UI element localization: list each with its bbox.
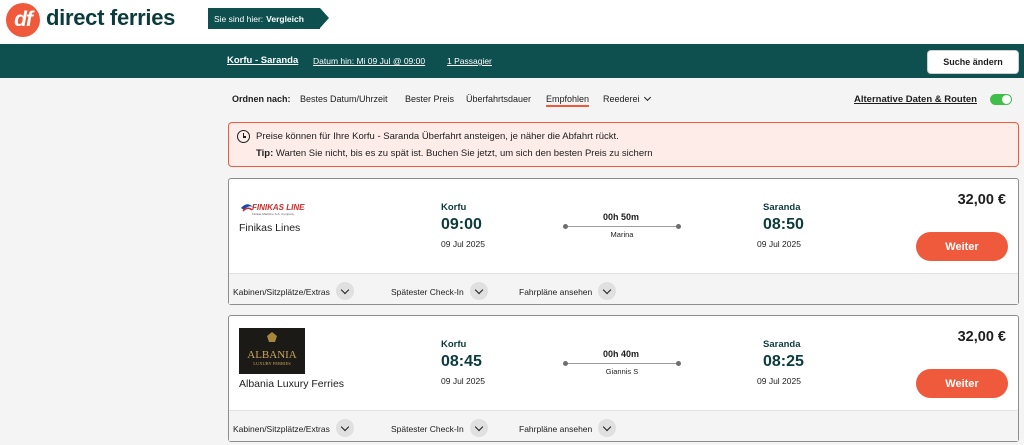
checkin-toggle[interactable]: Spätester Check-In (391, 282, 488, 301)
departure-time: 09:00 (441, 216, 482, 233)
arrival-port: Saranda (763, 202, 801, 213)
departure-date: 09 Jul 2025 (441, 376, 485, 386)
sort-label: Ordnen nach: (232, 94, 291, 104)
departure-port: Korfu (441, 339, 467, 350)
departure-port: Korfu (441, 202, 467, 213)
arrival-port: Saranda (763, 339, 801, 350)
arrival-time: 08:25 (763, 353, 804, 370)
change-search-button[interactable]: Suche ändern (927, 50, 1019, 74)
alert-tip-text: Warten Sie nicht, bis es zu spät ist. Bu… (273, 148, 653, 159)
chevron-down-icon[interactable] (469, 419, 488, 437)
card-footer: Kabinen/Sitzplätze/Extras Spätester Chec… (229, 410, 1018, 441)
continue-button[interactable]: Weiter (916, 369, 1008, 398)
route-line (563, 223, 681, 229)
checkin-label: Spätester Check-In (391, 424, 464, 434)
breadcrumb-prefix: Sie sind hier: (214, 13, 264, 24)
search-route-link[interactable]: Korfu - Saranda (227, 55, 298, 66)
sort-option-operator-label: Reederei (603, 94, 640, 104)
crossing-duration: 00h 40m (603, 349, 640, 359)
svg-text:Finikas Maritime S.A. Company: Finikas Maritime S.A. Company (252, 212, 295, 216)
timetables-label: Fahrpläne ansehen (519, 287, 593, 297)
cabins-extras-label: Kabinen/Sitzplätze/Extras (233, 424, 330, 434)
sort-bar: Ordnen nach: Bestes Datum/Uhrzeit Bester… (232, 93, 1012, 108)
alert-tip-label: Tip: (256, 148, 274, 159)
vessel-name: Marina (610, 230, 634, 239)
price-alert-banner: Preise können für Ihre Korfu - Saranda Ü… (228, 122, 1019, 167)
card-footer: Kabinen/Sitzplätze/Extras Spätester Chec… (229, 273, 1018, 304)
crossing-duration: 00h 50m (603, 212, 640, 222)
timetables-toggle[interactable]: Fahrpläne ansehen (519, 282, 617, 301)
checkin-toggle[interactable]: Spätester Check-In (391, 419, 488, 438)
cabins-extras-label: Kabinen/Sitzplätze/Extras (233, 287, 330, 297)
departure-time: 08:45 (441, 353, 482, 370)
breadcrumb-current: Vergleich (266, 13, 304, 24)
chevron-down-icon[interactable] (469, 282, 488, 300)
timetables-toggle[interactable]: Fahrpläne ansehen (519, 419, 617, 438)
price: 32,00 € (957, 329, 1006, 345)
operator-name: Albania Luxury Ferries (239, 378, 345, 390)
cabins-extras-toggle[interactable]: Kabinen/Sitzplätze/Extras (233, 282, 354, 301)
chevron-down-icon[interactable] (598, 419, 617, 437)
checkin-label: Spätester Check-In (391, 287, 464, 297)
arrival-date: 09 Jul 2025 (757, 239, 801, 249)
search-date-link[interactable]: Datum hin: Mi 09 Jul @ 09:00 (313, 56, 425, 66)
alert-tip: Tip: Warten Sie nicht, bis es zu spät is… (256, 148, 653, 159)
search-passengers-link[interactable]: 1 Passagier (447, 56, 492, 66)
alternative-routes-link[interactable]: Alternative Daten & Routen (854, 94, 977, 105)
svg-text:ALBANIA: ALBANIA (247, 349, 297, 361)
albania-luxury-ferries-logo-icon: ALBANIA LUXURY FERRIES (239, 328, 305, 374)
top-header: df direct ferries Sie sind hier: Verglei… (0, 0, 1024, 44)
brand-name[interactable]: direct ferries (46, 5, 175, 31)
svg-text:FINIKAS LINES: FINIKAS LINES (252, 203, 305, 212)
sort-option-duration[interactable]: Überfahrtsdauer (466, 94, 531, 104)
alternative-routes-toggle[interactable] (990, 94, 1012, 105)
arrival-date: 09 Jul 2025 (757, 376, 801, 386)
svg-text:LUXURY FERRIES: LUXURY FERRIES (253, 361, 291, 366)
operator-name: Finikas Lines (239, 222, 301, 234)
price: 32,00 € (957, 192, 1006, 208)
cabins-extras-toggle[interactable]: Kabinen/Sitzplätze/Extras (233, 419, 354, 438)
chevron-down-icon (643, 93, 651, 102)
timetables-label: Fahrpläne ansehen (519, 424, 593, 434)
chevron-down-icon[interactable] (598, 282, 617, 300)
clock-icon (237, 130, 250, 143)
route-line (563, 360, 681, 366)
result-card: FINIKAS LINES Finikas Maritime S.A. Comp… (228, 178, 1019, 305)
departure-date: 09 Jul 2025 (441, 239, 485, 249)
breadcrumb: Sie sind hier: Vergleich (208, 8, 329, 29)
chevron-down-icon[interactable] (335, 282, 354, 300)
sort-option-recommended[interactable]: Empfohlen (546, 94, 590, 107)
sort-option-best-price[interactable]: Bester Preis (405, 94, 454, 104)
continue-button[interactable]: Weiter (916, 232, 1008, 261)
chevron-down-icon[interactable] (335, 419, 354, 437)
vessel-name: Giannis S (605, 367, 639, 376)
alert-message: Preise können für Ihre Korfu - Saranda Ü… (256, 131, 619, 142)
brand-logo-icon[interactable]: df (6, 3, 40, 37)
result-card: ALBANIA LUXURY FERRIES Albania Luxury Fe… (228, 315, 1019, 442)
sort-option-operator[interactable]: Reederei (603, 93, 651, 104)
arrival-time: 08:50 (763, 216, 804, 233)
sort-option-best-date[interactable]: Bestes Datum/Uhrzeit (300, 94, 388, 104)
search-summary-bar: Korfu - Saranda Datum hin: Mi 09 Jul @ 0… (0, 44, 1024, 78)
